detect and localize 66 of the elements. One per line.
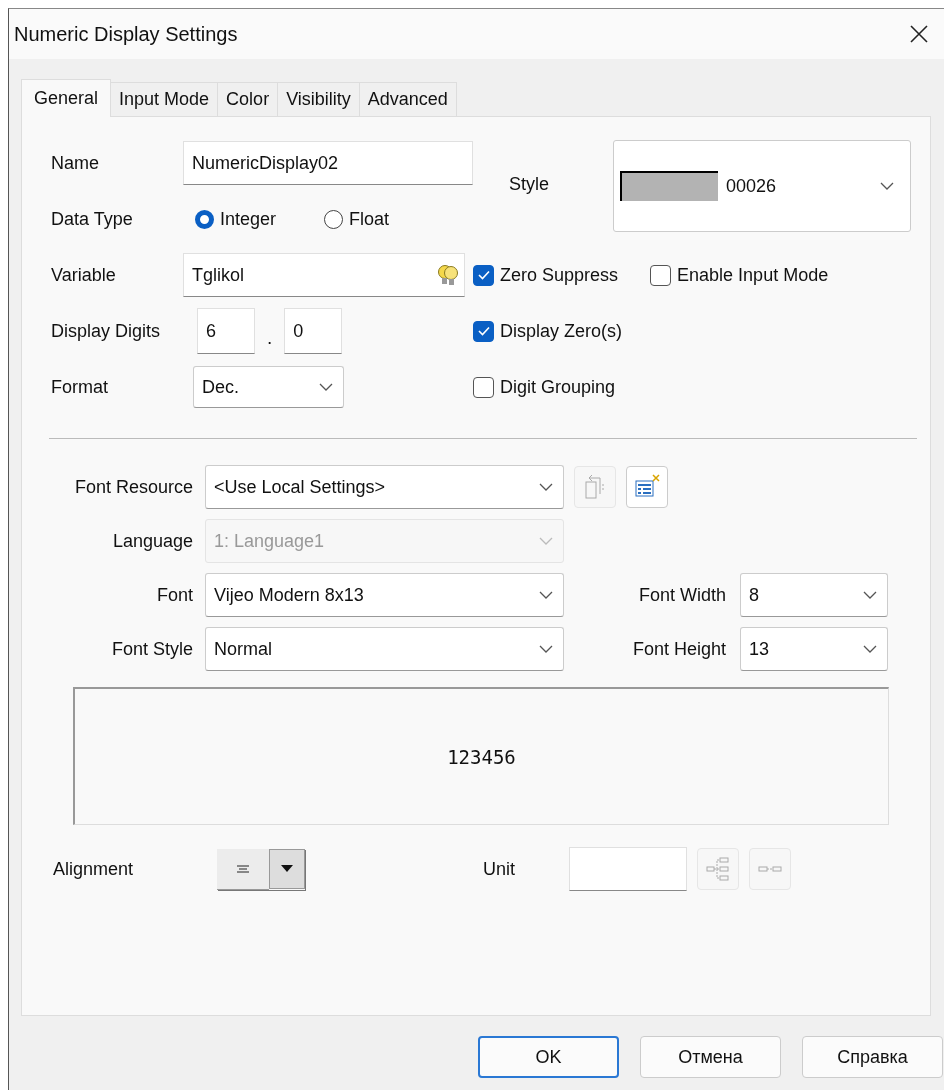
tab[interactable]: General <box>21 79 112 117</box>
lightbulb-icon <box>436 263 460 287</box>
toolbar-button[interactable] <box>626 466 668 508</box>
input-field[interactable]: NumericDisplay02 <box>183 141 473 185</box>
digits-field[interactable]: 0 <box>284 308 343 354</box>
checkbox[interactable]: Display Zero(s) <box>473 320 623 342</box>
chevron-down-icon <box>319 383 333 391</box>
field-label: Alignment <box>53 858 135 880</box>
radio-circle[interactable] <box>324 209 344 229</box>
dialog-button[interactable]: OK <box>478 1036 619 1078</box>
radio-button[interactable]: Float <box>324 208 390 230</box>
field-label: Font Width <box>637 584 726 606</box>
decimal-point: . <box>267 327 273 349</box>
radio-button[interactable]: Integer <box>195 208 277 230</box>
checkmark-icon <box>477 326 490 336</box>
dropdown[interactable]: Normal <box>205 627 564 671</box>
close-icon <box>909 24 929 44</box>
variable-field[interactable]: Tglikol <box>183 253 465 297</box>
field-label: Font Height <box>631 638 726 660</box>
chevron-down-icon <box>539 537 553 545</box>
dropdown[interactable]: 13 <box>740 627 888 671</box>
format-dropdown[interactable]: Dec. <box>193 366 344 408</box>
chevron-down-icon <box>880 182 894 190</box>
field-label: Style <box>509 174 551 195</box>
chevron-down-icon <box>539 591 553 599</box>
window-title: Numeric Display Settings <box>14 22 238 46</box>
link-icon <box>758 864 782 874</box>
field-label: Font Style <box>110 638 193 660</box>
chevron-down-icon <box>863 591 877 599</box>
checkbox[interactable]: Digit Grouping <box>473 376 616 398</box>
dropdown[interactable]: 8 <box>740 573 888 617</box>
field-label: Variable <box>51 264 116 286</box>
chevron-down-icon <box>539 483 553 491</box>
field-label: Display Digits <box>51 320 161 342</box>
caret-icon <box>281 865 293 872</box>
digits-field[interactable]: 6 <box>197 308 255 354</box>
dropdown[interactable]: Vijeo Modern 8x13 <box>205 573 564 617</box>
checkbox[interactable]: Enable Input Mode <box>650 264 829 286</box>
field-label: Unit <box>483 858 516 880</box>
unit-field[interactable] <box>569 847 687 891</box>
dropdown[interactable]: <Use Local Settings> <box>205 465 564 509</box>
field-label: Data Type <box>51 208 133 230</box>
field-label: Format <box>51 376 108 398</box>
chevron-down-icon <box>863 645 877 653</box>
checkbox-square[interactable] <box>473 264 494 286</box>
style-dropdown[interactable]: 00026 <box>613 140 911 232</box>
chevron-down-icon <box>539 645 553 653</box>
dropdown-button[interactable] <box>269 848 305 889</box>
document-icon <box>584 474 606 500</box>
field-label: Name <box>51 152 99 174</box>
preview-text: 123456 <box>447 745 516 768</box>
checkbox-square[interactable] <box>473 320 494 342</box>
radio-circle[interactable] <box>195 209 214 229</box>
checkbox[interactable]: Zero Suppress <box>473 264 619 286</box>
tab[interactable]: Advanced <box>358 82 457 116</box>
checkbox-square[interactable] <box>473 376 494 398</box>
diagram-icon <box>706 856 730 882</box>
field-label: Language <box>111 530 193 552</box>
field-label: Font <box>155 584 193 606</box>
dialog-button[interactable]: Справка <box>802 1036 943 1078</box>
checkbox-square[interactable] <box>650 264 672 286</box>
table-icon <box>634 474 660 500</box>
align-center-icon <box>235 863 251 874</box>
checkmark-icon <box>477 270 490 280</box>
dialog-button[interactable]: Отмена <box>640 1036 781 1078</box>
field-label: Font Resource <box>73 476 193 498</box>
